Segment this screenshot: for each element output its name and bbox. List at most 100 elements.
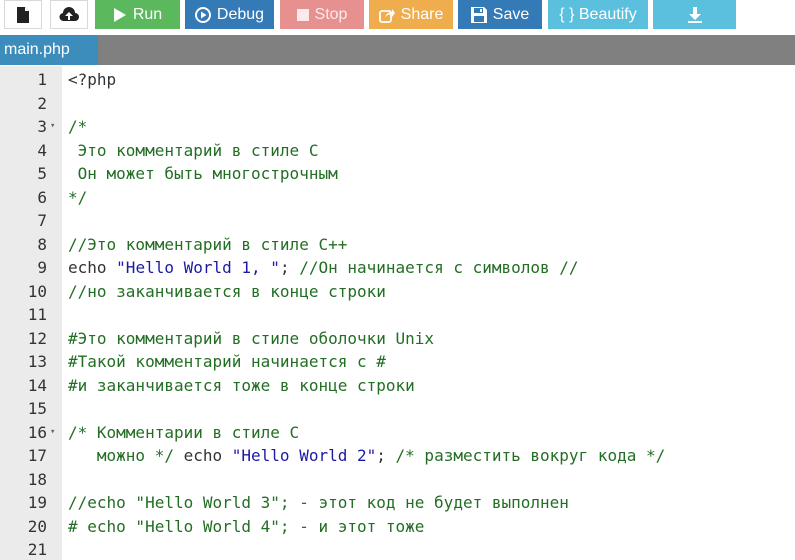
code-token: */ bbox=[68, 187, 88, 207]
code-editor[interactable]: 1 <?php 2 3 ▾/* 4 Это комментарий в стиле С5 … bbox=[0, 66, 795, 560]
code-text: */ bbox=[68, 186, 87, 210]
code-line[interactable]: 3 ▾ /* bbox=[0, 115, 795, 139]
code-line[interactable]: 7 bbox=[0, 209, 795, 233]
code-line[interactable]: 2 bbox=[0, 92, 795, 116]
upload-button[interactable] bbox=[50, 0, 88, 29]
code-line[interactable]: 20 # echo "Hello World 4"; - и этот тоже bbox=[0, 515, 795, 539]
cloud-upload-icon bbox=[59, 6, 79, 23]
code-token: Он может быть многострочным bbox=[68, 164, 338, 183]
line-number: 20 bbox=[27, 516, 47, 536]
line-number: 17 bbox=[27, 446, 47, 465]
line-number: 5 bbox=[37, 164, 47, 183]
line-number: 18 bbox=[27, 469, 47, 489]
code-line[interactable]: 17 можно */ echo "Hello World 2"; /* раз… bbox=[0, 444, 795, 468]
beautify-button[interactable]: { } Beautify bbox=[548, 0, 648, 29]
code-token: echo bbox=[68, 258, 117, 277]
code-line[interactable]: 11 bbox=[0, 303, 795, 327]
line-number: 16 bbox=[27, 422, 47, 442]
code-text: /* bbox=[68, 115, 87, 139]
code-line[interactable]: 1 <?php bbox=[0, 68, 795, 92]
code-token: /* Комментарии в стиле С bbox=[68, 422, 300, 442]
line-number: 10 bbox=[27, 281, 47, 301]
line-number: 2 bbox=[37, 93, 47, 113]
code-text: echo "Hello World 1, "; //Он начинается … bbox=[68, 256, 579, 280]
code-line[interactable]: 6 */ bbox=[0, 186, 795, 210]
line-number: 19 bbox=[27, 493, 47, 512]
debug-label: Debug bbox=[216, 5, 265, 23]
code-token: <?php bbox=[68, 70, 117, 89]
code-line[interactable]: 14 #и заканчивается тоже в конце строки bbox=[0, 374, 795, 398]
code-line[interactable]: 8 //Это комментарий в стиле С++ bbox=[0, 233, 795, 257]
code-text: //echo "Hello World 3"; - этот код не бу… bbox=[68, 491, 569, 515]
code-line[interactable]: 5 Он может быть многострочным bbox=[0, 162, 795, 186]
run-label: Run bbox=[132, 5, 163, 23]
code-token: echo bbox=[183, 446, 232, 465]
code-token: можно */ bbox=[68, 446, 184, 465]
share-icon bbox=[378, 7, 395, 23]
code-line[interactable]: 12 #Это комментарий в стиле оболочки Unix bbox=[0, 327, 795, 351]
new-file-button[interactable] bbox=[4, 0, 42, 29]
tab-strip: main.php bbox=[0, 35, 795, 65]
tab-main-php[interactable]: main.php bbox=[0, 35, 98, 65]
floppy-disk-icon bbox=[470, 6, 487, 23]
code-line[interactable]: 21 bbox=[0, 538, 795, 560]
line-number: 6 bbox=[37, 187, 47, 207]
code-token: //но заканчивается в конце строки bbox=[68, 281, 386, 301]
stop-button[interactable]: Stop bbox=[280, 0, 364, 29]
code-line[interactable]: 18 bbox=[0, 468, 795, 492]
code-token: Это комментарий в стиле С bbox=[68, 140, 319, 160]
code-token: "Hello World 2" bbox=[231, 446, 377, 465]
code-token: /* bbox=[68, 117, 88, 136]
code-text: # echo "Hello World 4"; - и этот тоже bbox=[68, 515, 424, 539]
toolbar: Run Debug Stop Share Save { } Beautify bbox=[0, 0, 795, 30]
code-line[interactable]: 10 //но заканчивается в конце строки bbox=[0, 280, 795, 304]
line-number: 14 bbox=[27, 375, 47, 395]
download-button[interactable] bbox=[653, 0, 736, 29]
code-line[interactable]: 9 echo "Hello World 1, "; //Он начинается… bbox=[0, 256, 795, 280]
line-number: 3 bbox=[37, 117, 47, 136]
code-token: "Hello World 1, " bbox=[116, 258, 280, 277]
code-line[interactable]: 4 Это комментарий в стиле С bbox=[0, 139, 795, 163]
code-text: //но заканчивается в конце строки bbox=[68, 280, 386, 304]
code-text: Это комментарий в стиле С bbox=[68, 139, 319, 163]
save-label: Save bbox=[492, 5, 530, 23]
code-token: # echo "Hello World 4"; - и этот тоже bbox=[68, 516, 425, 536]
line-number: 1 bbox=[37, 70, 47, 89]
code-line[interactable]: 16 ▾ /* Комментарии в стиле С bbox=[0, 421, 795, 445]
stop-label: Stop bbox=[314, 5, 348, 23]
code-line[interactable]: 13 #Такой комментарий начинается с # bbox=[0, 350, 795, 374]
code-token: //Это комментарий в стиле С++ bbox=[68, 234, 348, 254]
line-number: 9 bbox=[37, 258, 47, 277]
beautify-label: { } Beautify bbox=[559, 5, 637, 23]
line-number: 4 bbox=[37, 140, 47, 160]
code-token: #Такой комментарий начинается с # bbox=[68, 352, 386, 371]
code-line[interactable]: 19 //echo "Hello World 3"; - этот код не … bbox=[0, 491, 795, 515]
download-icon bbox=[687, 6, 703, 23]
fold-arrow-icon[interactable]: ▾ bbox=[50, 421, 55, 445]
code-token: //echo "Hello World 3"; - этот код не бу… bbox=[68, 493, 569, 512]
code-text: /* Комментарии в стиле С bbox=[68, 421, 299, 445]
fold-arrow-icon[interactable]: ▾ bbox=[50, 115, 55, 139]
line-number: 11 bbox=[27, 305, 47, 324]
run-button[interactable]: Run bbox=[95, 0, 180, 29]
debug-button[interactable]: Debug bbox=[185, 0, 274, 29]
line-number: 8 bbox=[37, 234, 47, 254]
save-button[interactable]: Save bbox=[458, 0, 542, 29]
code-token: ; bbox=[279, 258, 300, 277]
code-token: #и заканчивается тоже в конце строки bbox=[68, 375, 415, 395]
code-text: #и заканчивается тоже в конце строки bbox=[68, 374, 415, 398]
line-number: 15 bbox=[27, 399, 47, 418]
code-line[interactable]: 15 bbox=[0, 397, 795, 421]
code-token: #Это комментарий в стиле оболочки Unix bbox=[68, 328, 435, 348]
stop-square-icon bbox=[296, 8, 309, 21]
line-number: 21 bbox=[27, 540, 47, 559]
code-text: Он может быть многострочным bbox=[68, 162, 338, 186]
code-token: ; bbox=[376, 446, 396, 465]
code-text: можно */ echo "Hello World 2"; /* размес… bbox=[68, 444, 665, 468]
code-token: /* разместить вокруг кода */ bbox=[395, 446, 666, 465]
share-button[interactable]: Share bbox=[369, 0, 453, 29]
new-file-icon bbox=[16, 6, 30, 23]
play-icon bbox=[113, 7, 127, 23]
code-text: <?php bbox=[68, 68, 116, 92]
line-number: 13 bbox=[27, 352, 47, 371]
